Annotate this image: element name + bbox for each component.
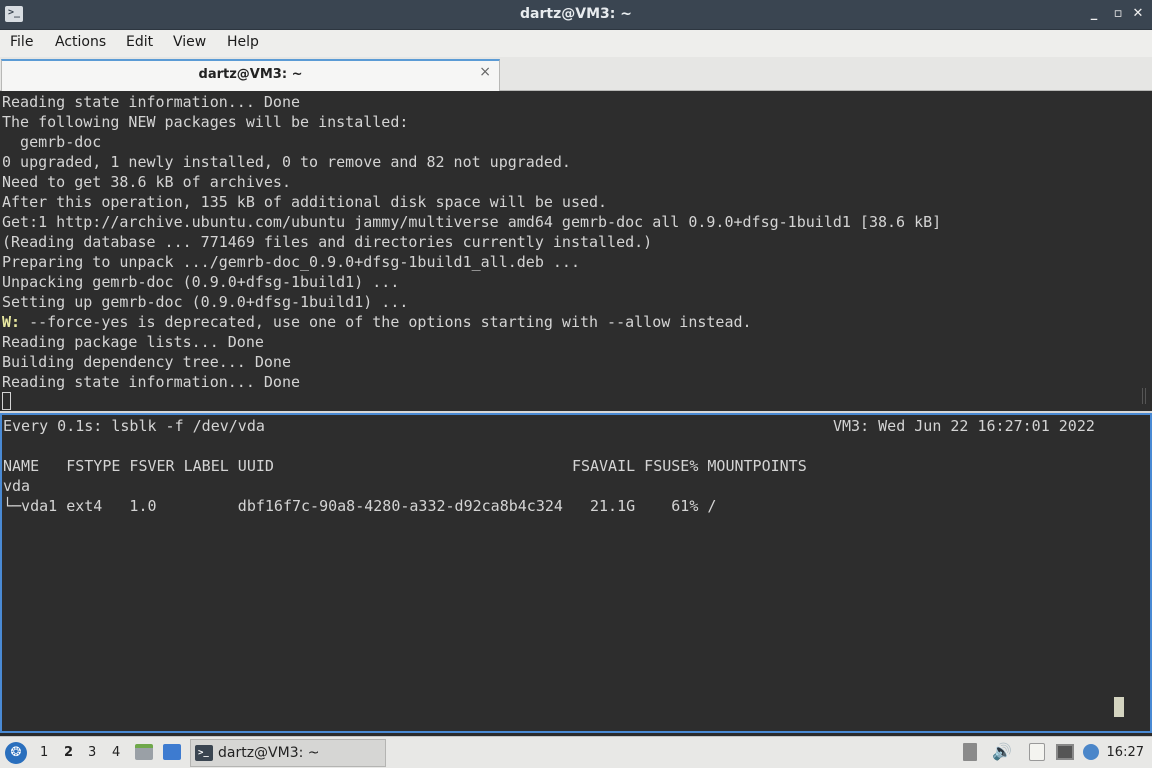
terminal-prompt-line xyxy=(2,392,941,411)
menu-view[interactable]: View xyxy=(173,34,206,50)
volume-icon[interactable]: 🔊 xyxy=(992,742,1012,761)
window-title: dartz@VM3: ~ xyxy=(520,6,632,22)
warning-prefix: W: xyxy=(2,313,21,331)
close-window-button[interactable]: ✕ xyxy=(1128,4,1148,24)
warning-text: --force-yes is deprecated, use one of th… xyxy=(20,313,752,331)
menu-help[interactable]: Help xyxy=(227,34,259,50)
terminal-line: 0 upgraded, 1 newly installed, 0 to remo… xyxy=(2,153,571,171)
task-label: dartz@VM3: ~ xyxy=(218,745,320,761)
network-icon[interactable] xyxy=(1056,744,1074,760)
terminal-line: After this operation, 135 kB of addition… xyxy=(2,193,608,211)
terminal-output: Reading state information... Done The fol… xyxy=(2,92,941,411)
updates-icon[interactable] xyxy=(963,743,977,761)
terminal-warning-line: W: --force-yes is deprecated, use one of… xyxy=(2,312,941,332)
watch-status: VM3: Wed Jun 22 16:27:01 2022 xyxy=(833,417,1095,435)
file-manager-icon[interactable] xyxy=(135,744,153,760)
tab-close-icon[interactable]: × xyxy=(479,64,491,80)
terminal-line: Preparing to unpack .../gemrb-doc_0.9.0+… xyxy=(2,253,580,271)
tab-terminal[interactable]: dartz@VM3: ~ × xyxy=(1,59,500,91)
window-titlebar[interactable]: >_ dartz@VM3: ~ _ ▫ ✕ xyxy=(0,0,1152,30)
terminal-pane-top[interactable]: Reading state information... Done The fol… xyxy=(0,91,1152,411)
terminal-line: The following NEW packages will be insta… xyxy=(2,113,409,131)
watch-command: Every 0.1s: lsblk -f /dev/vda xyxy=(3,417,265,435)
terminal-line: Get:1 http://archive.ubuntu.com/ubuntu j… xyxy=(2,213,942,231)
desktop-1[interactable]: 1 xyxy=(40,745,48,760)
taskbar-window-button[interactable]: >_ dartz@VM3: ~ xyxy=(190,739,386,767)
watch-output: Every 0.1s: lsblk -f /dev/vda VM3: Wed Ju… xyxy=(3,416,1149,516)
terminal-cursor xyxy=(2,392,11,410)
terminal-line: Need to get 38.6 kB of archives. xyxy=(2,173,291,191)
show-desktop-icon[interactable] xyxy=(163,744,181,760)
notification-icon[interactable] xyxy=(1083,744,1099,760)
terminal-line: Reading state information... Done xyxy=(2,373,301,391)
menu-file[interactable]: File xyxy=(10,34,33,50)
terminal-line: Reading package lists... Done xyxy=(2,333,264,351)
lsblk-row: vda xyxy=(3,477,31,495)
minimize-button[interactable]: _ xyxy=(1084,4,1104,24)
clipboard-icon[interactable] xyxy=(1029,743,1045,761)
lsblk-header: NAME FSTYPE FSVER LABEL UUID FSAVAIL FSU… xyxy=(3,457,807,475)
desktop-2[interactable]: 2 xyxy=(64,745,73,760)
terminal-line: gemrb-doc xyxy=(2,133,102,151)
clock[interactable]: 16:27 xyxy=(1107,745,1144,760)
tab-strip: dartz@VM3: ~ × xyxy=(0,57,1152,91)
lsblk-row: └─vda1 ext4 1.0 dbf16f7c-90a8-4280-a332-… xyxy=(3,497,717,515)
maximize-button[interactable]: ▫ xyxy=(1108,4,1128,24)
terminal-task-icon: >_ xyxy=(195,745,213,761)
start-menu-icon[interactable]: ❂ xyxy=(5,742,27,764)
terminal-line: Building dependency tree... Done xyxy=(2,353,291,371)
tab-label: dartz@VM3: ~ xyxy=(198,67,303,82)
terminal-cursor xyxy=(1114,697,1124,717)
terminal-line: (Reading database ... 771469 files and d… xyxy=(2,233,653,251)
menu-edit[interactable]: Edit xyxy=(126,34,153,50)
desktop-3[interactable]: 3 xyxy=(88,745,96,760)
menu-actions[interactable]: Actions xyxy=(55,34,106,50)
terminal-line: Unpacking gemrb-doc (0.9.0+dfsg-1build1)… xyxy=(2,273,400,291)
desktop-4[interactable]: 4 xyxy=(112,745,120,760)
watch-header: Every 0.1s: lsblk -f /dev/vda VM3: Wed Ju… xyxy=(3,416,1149,436)
taskbar: ❂ 1 2 3 4 >_ dartz@VM3: ~ 🔊 16:27 xyxy=(0,736,1152,768)
scrollbar-grip[interactable] xyxy=(1142,388,1146,404)
menubar: File Actions Edit View Help xyxy=(0,30,1152,57)
terminal-line: Reading state information... Done xyxy=(2,93,301,111)
terminal-line: Setting up gemrb-doc (0.9.0+dfsg-1build1… xyxy=(2,293,409,311)
terminal-pane-bottom[interactable]: Every 0.1s: lsblk -f /dev/vda VM3: Wed Ju… xyxy=(0,413,1152,733)
